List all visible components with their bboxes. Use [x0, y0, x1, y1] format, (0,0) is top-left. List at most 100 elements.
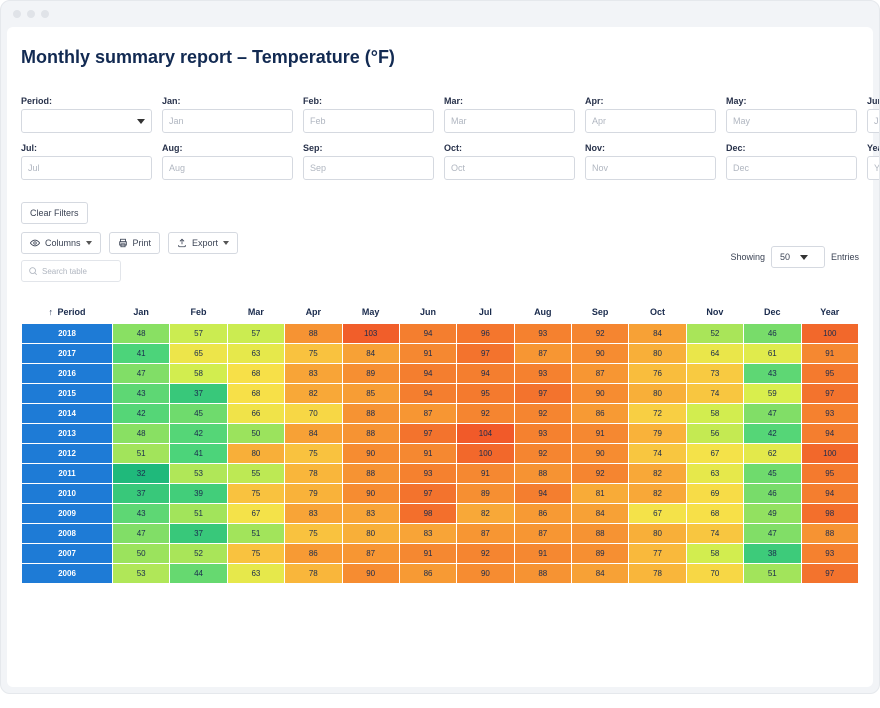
- heat-cell: 79: [629, 424, 685, 443]
- window-dot: [41, 10, 49, 18]
- heat-cell: 97: [802, 384, 859, 403]
- table-header[interactable]: Apr: [285, 301, 341, 323]
- filter-input[interactable]: [585, 156, 716, 180]
- period-select[interactable]: [21, 109, 152, 133]
- columns-label: Columns: [45, 238, 81, 248]
- filter-input[interactable]: [303, 109, 434, 133]
- filter-input[interactable]: [444, 156, 575, 180]
- search-input[interactable]: Search table: [21, 260, 121, 282]
- filter-input[interactable]: [867, 156, 880, 180]
- table-header[interactable]: Feb: [170, 301, 226, 323]
- heat-cell: 93: [515, 424, 571, 443]
- columns-button[interactable]: Columns: [21, 232, 101, 254]
- heat-cell: 88: [515, 564, 571, 583]
- period-cell: 2009: [22, 504, 112, 523]
- heat-cell: 84: [572, 504, 628, 523]
- heat-cell: 44: [170, 564, 226, 583]
- heat-cell: 90: [343, 444, 399, 463]
- window-dot: [27, 10, 35, 18]
- heat-cell: 88: [343, 424, 399, 443]
- period-cell: 2015: [22, 384, 112, 403]
- filter-field: Year:: [867, 143, 880, 180]
- heat-cell: 38: [744, 544, 800, 563]
- heat-cell: 92: [515, 444, 571, 463]
- table-header[interactable]: Jul: [457, 301, 513, 323]
- table-row: 201132535578889391889282634595: [22, 464, 858, 483]
- heat-cell: 48: [113, 424, 169, 443]
- table-header[interactable]: ↑ Period: [22, 301, 112, 323]
- heat-cell: 67: [629, 504, 685, 523]
- page-size-select[interactable]: 50: [771, 246, 825, 268]
- browser-frame: Monthly summary report – Temperature (°F…: [0, 0, 880, 694]
- table-header[interactable]: May: [343, 301, 399, 323]
- heat-cell: 89: [343, 364, 399, 383]
- table-header[interactable]: Dec: [744, 301, 800, 323]
- table-header[interactable]: Mar: [228, 301, 284, 323]
- filter-input[interactable]: [444, 109, 575, 133]
- heat-cell: 97: [400, 424, 456, 443]
- heat-cell: 90: [572, 384, 628, 403]
- heat-cell: 67: [687, 444, 743, 463]
- heat-cell: 95: [802, 364, 859, 383]
- filter-input[interactable]: [585, 109, 716, 133]
- period-cell: 2010: [22, 484, 112, 503]
- heat-cell: 74: [687, 524, 743, 543]
- table-row: 20184857578810394969392845246100: [22, 324, 858, 343]
- filter-input[interactable]: [303, 156, 434, 180]
- heat-cell: 45: [170, 404, 226, 423]
- heat-cell: 95: [457, 384, 513, 403]
- filter-label: Jul:: [21, 143, 152, 153]
- export-button[interactable]: Export: [168, 232, 238, 254]
- filter-field: Jan:: [162, 96, 293, 133]
- heat-cell: 78: [629, 564, 685, 583]
- heat-cell: 53: [170, 464, 226, 483]
- filter-input[interactable]: [21, 156, 152, 180]
- heat-cell: 47: [113, 524, 169, 543]
- heat-cell: 80: [228, 444, 284, 463]
- table-header[interactable]: Nov: [687, 301, 743, 323]
- heat-cell: 91: [400, 544, 456, 563]
- sort-arrow-icon: ↑: [48, 307, 53, 317]
- heat-cell: 42: [170, 424, 226, 443]
- heat-cell: 100: [802, 444, 859, 463]
- clear-filters-button[interactable]: Clear Filters: [21, 202, 88, 224]
- heat-cell: 93: [515, 324, 571, 343]
- filter-input[interactable]: [726, 156, 857, 180]
- filter-field: Jun:: [867, 96, 880, 133]
- heat-cell: 86: [285, 544, 341, 563]
- heat-cell: 97: [802, 564, 859, 583]
- heat-cell: 42: [744, 424, 800, 443]
- period-cell: 2013: [22, 424, 112, 443]
- period-cell: 2016: [22, 364, 112, 383]
- table-header[interactable]: Oct: [629, 301, 685, 323]
- printer-icon: [118, 238, 128, 248]
- table-header[interactable]: Sep: [572, 301, 628, 323]
- table-row: 201543376882859495979080745997: [22, 384, 858, 403]
- table-header[interactable]: Jan: [113, 301, 169, 323]
- heat-cell: 59: [744, 384, 800, 403]
- heat-cell: 41: [170, 444, 226, 463]
- table-header[interactable]: Jun: [400, 301, 456, 323]
- search-icon: [28, 266, 38, 276]
- eye-icon: [30, 238, 40, 248]
- heat-cell: 79: [285, 484, 341, 503]
- table-header[interactable]: Year: [802, 301, 859, 323]
- filter-label: Sep:: [303, 143, 434, 153]
- heat-cell: 64: [687, 344, 743, 363]
- filter-input[interactable]: [867, 109, 880, 133]
- heat-cell: 76: [629, 364, 685, 383]
- filter-input[interactable]: [162, 156, 293, 180]
- table-header[interactable]: Aug: [515, 301, 571, 323]
- heat-cell: 68: [228, 364, 284, 383]
- filter-input[interactable]: [726, 109, 857, 133]
- filter-input[interactable]: [162, 109, 293, 133]
- heat-cell: 57: [228, 324, 284, 343]
- heat-cell: 47: [744, 524, 800, 543]
- heat-cell: 46: [744, 324, 800, 343]
- filter-label: Jun:: [867, 96, 880, 106]
- heat-cell: 94: [400, 364, 456, 383]
- heat-cell: 98: [802, 504, 859, 523]
- heat-cell: 86: [515, 504, 571, 523]
- print-button[interactable]: Print: [109, 232, 161, 254]
- heat-cell: 88: [515, 464, 571, 483]
